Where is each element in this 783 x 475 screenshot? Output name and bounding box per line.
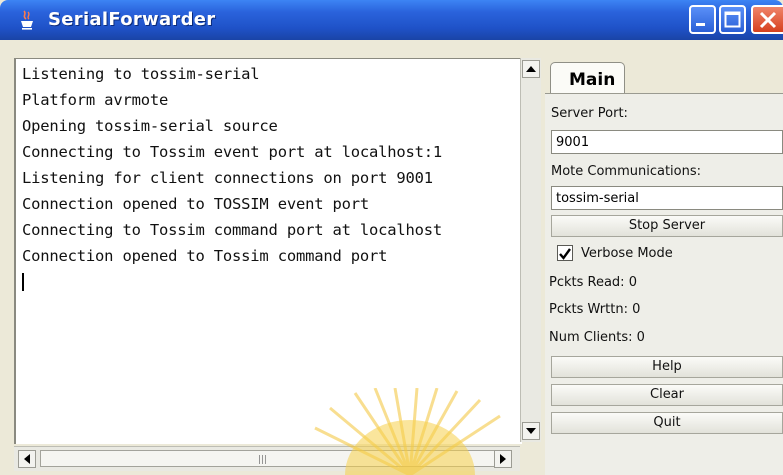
log-line: Platform avrmote [22,91,169,109]
num-clients-label: Num Clients: 0 [549,330,645,345]
help-button[interactable]: Help [551,356,783,378]
packets-written-label: Pckts Wrttn: 0 [549,302,641,317]
quit-button[interactable]: Quit [551,412,783,434]
arrow-left-icon [24,454,30,464]
grip-icon: ||| [258,455,268,465]
title-bar[interactable]: SerialForwarder [0,0,783,40]
tab-main[interactable]: Main [550,62,625,94]
arrow-down-icon [526,428,536,434]
log-line: Listening to tossim-serial [22,65,260,83]
arrow-up-icon [526,66,536,72]
close-icon [759,11,777,29]
mote-communications-label: Mote Communications: [551,164,702,179]
log-line: Connecting to Tossim command port at loc… [22,221,443,239]
minimize-icon [696,23,705,26]
close-button[interactable] [751,5,783,34]
scroll-left-button[interactable] [18,450,36,468]
maximize-button[interactable] [719,5,746,34]
mote-communications-input[interactable]: tossim-serial [551,186,783,210]
sun-watermark [314,388,501,475]
java-cup-icon [21,10,33,30]
log-line: Opening tossim-serial source [22,117,278,135]
stop-server-button[interactable]: Stop Server [551,215,783,237]
tab-main-label: Main [569,70,616,90]
verbose-mode-checkbox[interactable] [557,245,573,261]
log-output[interactable]: Listening to tossim-serial Platform avrm… [14,58,522,444]
log-line: Listening for client connections on port… [22,169,433,187]
log-line: Connection opened to Tossim command port [22,247,388,265]
text-caret [22,273,24,291]
maximize-icon [724,11,741,28]
serialforwarder-window: SerialForwarder Listening to tossim-seri… [0,0,783,475]
server-port-input[interactable]: 9001 [551,130,783,154]
log-line: Connection opened to TOSSIM event port [22,195,370,213]
log-vertical-scrollbar[interactable] [520,58,541,442]
server-port-label: Server Port: [551,106,628,121]
scroll-up-button[interactable] [522,60,540,78]
clear-button[interactable]: Clear [551,384,783,406]
checkmark-icon [559,248,571,260]
main-panel: Server Port: 9001 Mote Communications: t… [545,93,783,475]
packets-read-label: Pckts Read: 0 [549,275,637,290]
verbose-mode-label: Verbose Mode [581,246,673,261]
minimize-button[interactable] [689,5,716,34]
log-line: Connecting to Tossim event port at local… [22,143,443,161]
window-title: SerialForwarder [48,9,216,30]
